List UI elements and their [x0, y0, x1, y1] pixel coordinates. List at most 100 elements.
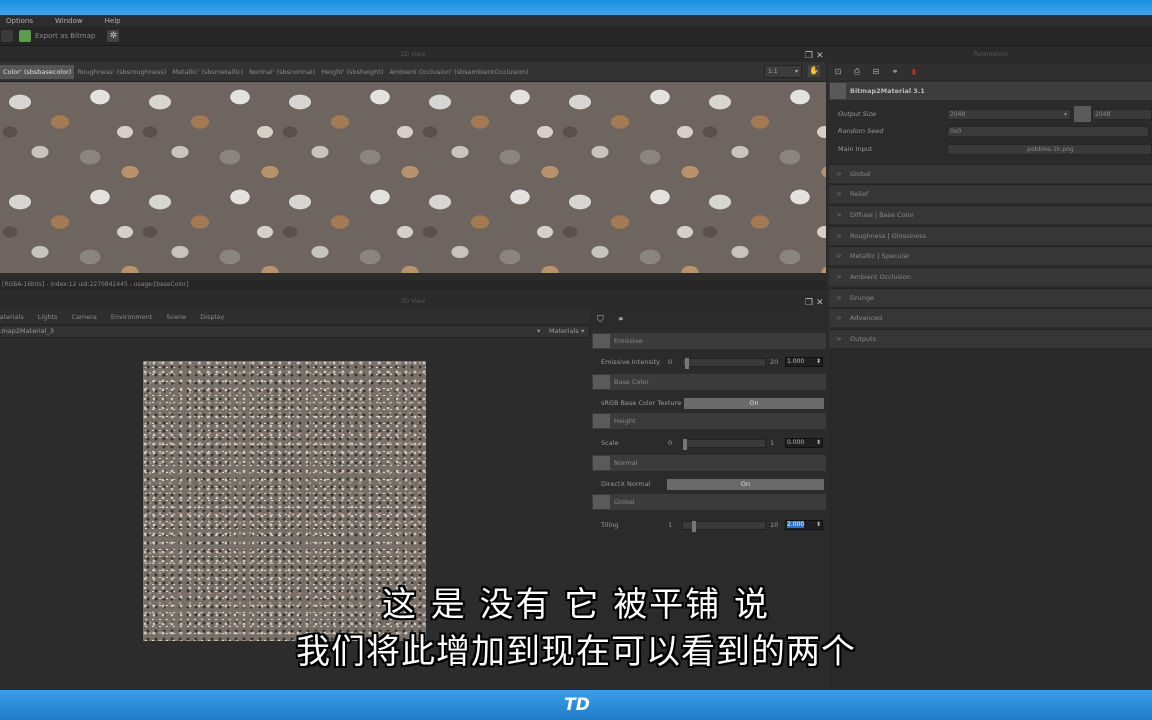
- menu-window[interactable]: Window: [55, 17, 83, 25]
- graph-name: Bitmap2Material 3.1: [850, 87, 925, 95]
- slider-handle[interactable]: [683, 439, 687, 450]
- settings-gear-icon[interactable]: ✲: [107, 30, 120, 42]
- directx-normal-toggle[interactable]: On: [667, 479, 824, 490]
- zoom-select[interactable]: 1:1 ▾: [764, 65, 802, 78]
- delete-icon[interactable]: ▮: [909, 67, 919, 77]
- menu-scene[interactable]: Scene: [166, 313, 186, 321]
- menu-help[interactable]: Help: [105, 17, 121, 25]
- random-seed-field[interactable]: 0x0: [947, 126, 1149, 137]
- export-bitmap-icon[interactable]: [19, 30, 31, 42]
- section-base-color[interactable]: Base Color: [592, 374, 826, 390]
- tiling-row: Tiling 1 10 2.000 ⬍: [592, 518, 826, 532]
- group-advanced[interactable]: > Advanced: [829, 308, 1152, 327]
- group-label: Ambient Occlusion: [850, 273, 911, 281]
- main-input-row: Main Input pebbles-1k.png: [829, 143, 1152, 156]
- field-value: 0.000: [787, 439, 805, 446]
- main-toolbar: Export as Bitmap ✲: [0, 27, 1152, 46]
- menu-display[interactable]: Display: [200, 313, 224, 321]
- menu-environment[interactable]: Environment: [111, 313, 153, 321]
- view2d-titlebar: 2D View ❐ ✕: [0, 47, 826, 62]
- chevron-right-icon: >: [836, 170, 842, 178]
- view2d-tabbar: Color' (sbsbasecolor) Roughness' (sbsrou…: [0, 62, 826, 82]
- group-grunge[interactable]: > Grunge: [829, 288, 1152, 307]
- section-label: Normal: [614, 459, 638, 467]
- menu-options[interactable]: Options: [6, 17, 33, 25]
- spinner-icon[interactable]: ⬍: [816, 439, 821, 447]
- print-icon[interactable]: ⎙: [852, 67, 862, 77]
- tab-basecolor[interactable]: Color' (sbsbasecolor): [0, 64, 75, 79]
- slider-handle[interactable]: [692, 521, 696, 532]
- output-size-value-2: 2048: [1095, 111, 1111, 118]
- close-icon[interactable]: ✕: [816, 296, 824, 310]
- height-swatch[interactable]: [593, 414, 610, 428]
- link-icon[interactable]: ⚭: [617, 315, 625, 325]
- texture-preview-2d[interactable]: [0, 82, 826, 273]
- section-normal[interactable]: Normal: [592, 455, 826, 471]
- normal-swatch[interactable]: [593, 456, 610, 470]
- material-select[interactable]: bitmap2Material_3 ▾ Materials ▾: [0, 325, 590, 338]
- pin-icon[interactable]: ⛉: [597, 315, 604, 325]
- refresh-icon[interactable]: [1, 30, 13, 42]
- section-height[interactable]: Height: [592, 413, 826, 429]
- tab-height[interactable]: Height' (sbsheight): [318, 65, 386, 79]
- scale-label: Scale: [601, 439, 619, 447]
- global-swatch[interactable]: [593, 495, 610, 509]
- tab-normal[interactable]: Normal' (sbsnormal): [246, 65, 318, 79]
- group-global[interactable]: > Global: [829, 164, 1152, 183]
- output-size-select[interactable]: 2048 ▾: [947, 109, 1071, 120]
- group-metallic-specular[interactable]: > Metallic | Specular: [829, 246, 1152, 265]
- group-label: Metallic | Specular: [850, 252, 910, 260]
- emissive-intensity-slider[interactable]: [682, 358, 766, 369]
- main-input-field[interactable]: pebbles-1k.png: [947, 144, 1152, 155]
- link-icon[interactable]: ⚭: [890, 67, 900, 77]
- group-diffuse-base-color[interactable]: > Diffuse | Base Color: [829, 205, 1152, 224]
- menu-camera[interactable]: Camera: [71, 313, 97, 321]
- window-frame-top: [0, 0, 1152, 15]
- group-ambient-occlusion[interactable]: > Ambient Occlusion: [829, 267, 1152, 286]
- link-ratio-icon[interactable]: [1074, 106, 1091, 122]
- slider-max: 20: [770, 358, 779, 366]
- field-value: 1.000: [787, 358, 805, 365]
- section-global[interactable]: Global: [592, 494, 826, 510]
- tiling-field[interactable]: 2.000 ⬍: [785, 520, 823, 530]
- emissive-intensity-field[interactable]: 1.000 ⬍: [785, 357, 823, 367]
- tiling-slider[interactable]: [682, 521, 766, 532]
- random-seed-label: Random Seed: [838, 127, 884, 135]
- srgb-texture-toggle[interactable]: On: [684, 398, 824, 409]
- tab-ambient-occlusion[interactable]: Ambient Occlusion' (sbsambientOcclusion): [386, 65, 531, 79]
- scale-slider[interactable]: [682, 439, 766, 450]
- tab-roughness[interactable]: Roughness' (sbsroughness): [74, 65, 169, 79]
- group-roughness-glossiness[interactable]: > Roughness | Glossiness: [829, 226, 1152, 245]
- spinner-icon[interactable]: ⬍: [816, 521, 821, 529]
- section-emissive[interactable]: Emissive: [592, 333, 826, 349]
- group-label: Roughness | Glossiness: [850, 232, 927, 240]
- chevron-down-icon: ▾: [794, 68, 798, 75]
- group-label: Relief: [850, 190, 869, 198]
- output-size-select-2[interactable]: 2048: [1092, 109, 1152, 120]
- menu-materials[interactable]: Materials: [0, 313, 24, 321]
- slider-handle[interactable]: [685, 358, 689, 369]
- group-label: Global: [850, 170, 871, 178]
- scale-field[interactable]: 0.000 ⬍: [785, 438, 823, 448]
- scale-row: Scale 0 1 0.000 ⬍: [592, 436, 826, 450]
- pan-hand-icon[interactable]: ✋: [808, 65, 820, 77]
- group-outputs[interactable]: > Outputs: [829, 329, 1152, 348]
- base-color-swatch[interactable]: [593, 375, 610, 389]
- srgb-texture-row: sRGB Base Color Texture On: [592, 396, 826, 410]
- slider-max: 10: [770, 521, 779, 529]
- tree-icon[interactable]: ⊟: [871, 67, 881, 77]
- tab-metallic[interactable]: Metallic' (sbsmetallic): [169, 65, 246, 79]
- chevron-down-icon: ▾: [1063, 111, 1067, 118]
- menu-lights[interactable]: Lights: [38, 313, 58, 321]
- emissive-swatch[interactable]: [593, 334, 610, 348]
- export-bitmap-button[interactable]: Export as Bitmap: [35, 32, 95, 40]
- output-size-row: Output Size 2048 ▾ 2048: [829, 106, 1152, 122]
- chevron-down-icon: ▾: [581, 327, 585, 335]
- spinner-icon[interactable]: ⬍: [816, 358, 821, 366]
- group-relief[interactable]: > Relief: [829, 184, 1152, 203]
- lock-icon[interactable]: ⊡: [833, 67, 843, 77]
- srgb-texture-label: sRGB Base Color Texture: [601, 399, 682, 407]
- undock-icon[interactable]: ❐: [805, 296, 813, 310]
- graph-thumbnail: [830, 83, 846, 99]
- chevron-right-icon: >: [836, 294, 842, 302]
